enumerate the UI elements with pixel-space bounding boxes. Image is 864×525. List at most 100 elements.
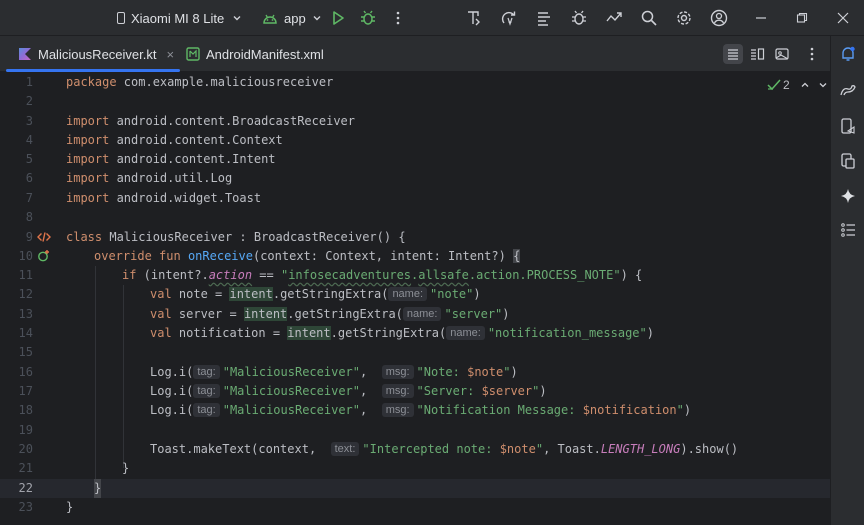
line-number: 14 <box>18 326 33 340</box>
code-text: } <box>122 461 130 475</box>
run-config-selector[interactable]: app <box>262 0 322 36</box>
code-view-button[interactable] <box>723 44 743 64</box>
code-line[interactable]: 10 override fun onReceive(context: Conte… <box>0 247 830 266</box>
run-button[interactable] <box>328 8 348 28</box>
code-line[interactable]: 1 package com.example.maliciousreceiver <box>0 73 830 92</box>
tab-options-button[interactable] <box>802 44 822 64</box>
debug-button[interactable] <box>358 8 378 28</box>
device-manager-button[interactable] <box>838 116 858 136</box>
android-icon <box>263 14 277 24</box>
code-line[interactable]: 8 <box>0 208 830 227</box>
code-line[interactable]: 18 Log.i(tag: "MaliciousReceiver", msg: "N… <box>0 401 830 420</box>
param-hint: tag: <box>193 365 220 379</box>
line-number: 22 <box>18 481 33 495</box>
code-line[interactable]: 19 <box>0 421 830 440</box>
tab-malicious-receiver[interactable]: MaliciousReceiver.kt × <box>6 36 181 72</box>
string-literal: "Intercepted note: <box>362 442 500 456</box>
close-window-button[interactable] <box>833 8 853 28</box>
code-line[interactable]: 21 } <box>0 459 830 478</box>
attach-debugger-button[interactable] <box>569 8 589 28</box>
code-text: ) <box>473 287 481 301</box>
code-editor[interactable]: 2 1 package com.example.maliciousreceiver… <box>0 72 830 525</box>
keyword: import <box>66 114 110 128</box>
structure-button[interactable] <box>838 220 858 240</box>
apply-changes-icon <box>468 11 480 26</box>
code-text: .getStringExtra( <box>272 287 389 301</box>
code-text: Log.i( <box>150 403 194 417</box>
code-text: Log.i( <box>150 384 194 398</box>
code-line[interactable]: 23 } <box>0 498 830 517</box>
override-marker-icon[interactable] <box>37 249 51 263</box>
device-selector[interactable]: Xiaomi MI 8 Lite <box>117 0 242 36</box>
current-code-line[interactable]: 22 } <box>0 479 830 498</box>
account-button[interactable] <box>709 8 729 28</box>
sync-gradle-button[interactable] <box>534 8 554 28</box>
keyword: package <box>66 75 117 89</box>
code-line[interactable]: 20 Toast.makeText(context, text: "Interce… <box>0 440 830 459</box>
template-variable: $note <box>499 442 536 456</box>
code-line[interactable]: 14 val notification = intent.getStringEx… <box>0 324 830 343</box>
kotlin-file-icon <box>19 48 31 60</box>
function-name: onReceive <box>187 249 253 263</box>
design-view-button[interactable] <box>772 44 792 64</box>
restore-icon <box>796 12 808 23</box>
chevron-down-icon <box>313 16 321 21</box>
code-line[interactable]: 17 Log.i(tag: "MaliciousReceiver", msg: "S… <box>0 382 830 401</box>
chevron-down-icon <box>233 16 241 21</box>
line-number: 11 <box>18 268 33 282</box>
code-line[interactable]: 15 <box>0 343 830 362</box>
design-view-icon <box>775 48 789 60</box>
keyword: fun <box>159 249 181 263</box>
keyword: import <box>66 133 110 147</box>
param-hint: name: <box>402 307 442 321</box>
search-button[interactable] <box>639 8 659 28</box>
code-line[interactable]: 7 import android.widget.Toast <box>0 189 830 208</box>
template-variable: $note <box>467 365 504 379</box>
device-mirror-button[interactable] <box>604 8 624 28</box>
code-line[interactable]: 9 class MaliciousReceiver : BroadcastRec… <box>0 228 830 247</box>
running-devices-button[interactable] <box>838 151 858 171</box>
phone-icon <box>117 12 125 24</box>
keyword: import <box>66 152 110 166</box>
code-text: ) <box>646 326 654 340</box>
string-literal: "Note: <box>416 365 468 379</box>
code-line[interactable]: 6 import android.util.Log <box>0 169 830 188</box>
code-line[interactable]: 2 <box>0 92 830 111</box>
param-hint: msg: <box>381 384 414 398</box>
line-number: 13 <box>18 307 33 321</box>
code-line[interactable]: 4 import android.content.Context <box>0 131 830 150</box>
line-number: 19 <box>18 423 33 437</box>
code-line[interactable]: 13 val server = intent.getStringExtra(na… <box>0 305 830 324</box>
gradle-tool-button[interactable] <box>838 80 858 100</box>
apply-changes-button[interactable] <box>464 8 484 28</box>
sparkle-icon <box>841 189 855 203</box>
notifications-button[interactable] <box>838 44 858 64</box>
code-line[interactable]: 5 import android.content.Intent <box>0 150 830 169</box>
split-view-button[interactable] <box>747 44 767 64</box>
code-line[interactable]: 11 if (intent?.action == "infosecadventu… <box>0 266 830 285</box>
close-tab-icon[interactable]: × <box>167 47 175 62</box>
line-number: 10 <box>18 249 33 263</box>
minimize-button[interactable] <box>751 8 771 28</box>
settings-button[interactable] <box>674 8 694 28</box>
code-view-icon <box>728 49 738 60</box>
gear-icon <box>677 11 691 25</box>
smart-cast-highlight: intent <box>229 287 273 301</box>
string-literal: "notification_message" <box>487 326 647 340</box>
tab-android-manifest[interactable]: AndroidManifest.xml <box>178 36 332 72</box>
apply-code-changes-button[interactable] <box>499 8 519 28</box>
code-text: ) <box>502 307 510 321</box>
param-hint: text: <box>330 442 360 456</box>
gemini-button[interactable] <box>838 186 858 206</box>
code-line[interactable]: 12 val note = intent.getStringExtra(name… <box>0 285 830 304</box>
code-line[interactable]: 16 Log.i(tag: "MaliciousReceiver", msg: "N… <box>0 363 830 382</box>
param-hint: msg: <box>381 365 414 379</box>
restore-button[interactable] <box>792 8 812 28</box>
more-actions-button[interactable] <box>388 8 408 28</box>
code-line[interactable]: 3 import android.content.BroadcastReceive… <box>0 112 830 131</box>
line-number: 21 <box>18 461 33 475</box>
minimize-icon <box>756 17 766 19</box>
code-tag-icon[interactable] <box>37 230 51 244</box>
code-text: note = <box>171 287 230 301</box>
close-icon <box>837 12 849 24</box>
